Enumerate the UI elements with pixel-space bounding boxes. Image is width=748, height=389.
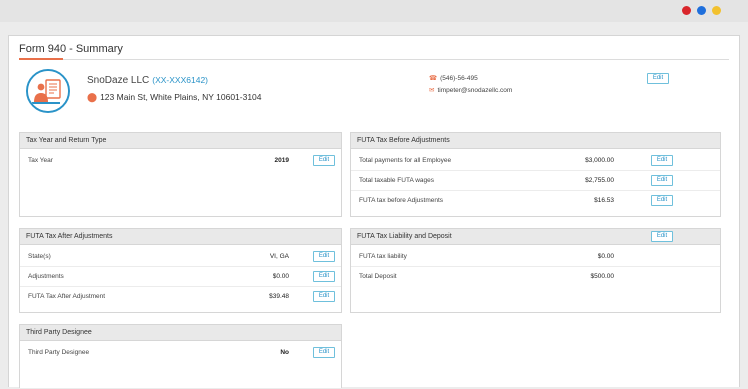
row-value: 2019 [274,157,289,164]
title-divider [19,59,729,60]
panel-header: FUTA Tax Liability and Deposit Edit [351,229,720,245]
title-accent-underline [19,58,63,60]
summary-card: Form 940 - Summary SnoDaze LLC (XX-XXX614… [8,35,740,388]
edit-futa-before-button[interactable]: Edit [651,195,673,206]
row-label: FUTA tax before Adjustments [359,197,444,204]
panel-header: Third Party Designee [20,325,341,341]
row-third-party-designee: Third Party Designee No Edit [20,343,341,363]
panel-header: Tax Year and Return Type [20,133,341,149]
row-value: $0.00 [597,253,614,260]
row-taxable-wages: Total taxable FUTA wages $2,755.00 Edit [351,171,720,191]
edit-total-payments-button[interactable]: Edit [651,155,673,166]
row-label: Total taxable FUTA wages [359,177,435,184]
row-value: $2,755.00 [585,177,614,184]
page-frame: Form 940 - Summary SnoDaze LLC (XX-XXX614… [0,22,748,389]
panel-third-party-designee: Third Party Designee Third Party Designe… [19,324,342,388]
edit-business-button[interactable]: Edit [647,73,669,84]
edit-liability-button[interactable]: Edit [651,231,673,242]
panel-futa-after: FUTA Tax After Adjustments State(s) VI, … [19,228,342,313]
edit-tax-year-button[interactable]: Edit [313,155,335,166]
row-value: $39.48 [269,293,289,300]
row-label: Tax Year [28,157,53,164]
row-value: $0.00 [272,273,289,280]
company-email: ✉ timpeter@snodazellc.com [429,86,512,94]
row-futa-after-adjustment: FUTA Tax After Adjustment $39.48 Edit [20,287,341,307]
location-pin-icon: ⬤ [87,92,98,102]
window-dot-yellow[interactable] [712,6,721,15]
panel-title: FUTA Tax Liability and Deposit [357,233,452,240]
panel-header: FUTA Tax After Adjustments [20,229,341,245]
row-label: Third Party Designee [28,349,90,356]
edit-designee-button[interactable]: Edit [313,347,335,358]
row-total-deposit: Total Deposit $500.00 [351,267,720,287]
company-phone: ☎ (546)-56-495 [429,74,478,82]
panel-tax-year: Tax Year and Return Type Tax Year 2019 E… [19,132,342,217]
company-name: SnoDaze LLC (XX-XXX6142) [87,75,208,86]
row-value: $500.00 [590,273,615,280]
row-states: State(s) VI, GA Edit [20,247,341,267]
company-address: ⬤ 123 Main St, White Plains, NY 10601-310… [87,92,262,103]
phone-icon: ☎ [429,75,438,82]
edit-adjustments-button[interactable]: Edit [313,271,335,282]
company-phone-text: (546)-56-495 [440,75,478,82]
row-label: FUTA Tax After Adjustment [28,293,106,300]
row-label: Total Deposit [359,273,397,280]
edit-futa-after-button[interactable]: Edit [313,291,335,302]
panel-liability-deposit: FUTA Tax Liability and Deposit Edit FUTA… [350,228,721,313]
row-futa-before-adjustments: FUTA tax before Adjustments $16.53 Edit [351,191,720,211]
business-avatar-icon [26,69,70,113]
company-name-text: SnoDaze LLC [87,75,150,86]
page-title: Form 940 - Summary [19,43,123,55]
row-value: $16.53 [594,197,614,204]
row-value: $3,000.00 [585,157,614,164]
company-ein: (XX-XXX6142) [152,75,209,85]
row-value: VI, GA [269,253,289,260]
row-tax-year: Tax Year 2019 Edit [20,151,341,171]
mail-icon: ✉ [429,87,435,94]
panel-header: FUTA Tax Before Adjustments [351,133,720,149]
window-dot-blue[interactable] [697,6,706,15]
window-dot-red[interactable] [682,6,691,15]
edit-states-button[interactable]: Edit [313,251,335,262]
row-value: No [280,349,289,356]
row-adjustments: Adjustments $0.00 Edit [20,267,341,287]
panel-title: Third Party Designee [26,329,92,336]
browser-top-bar [0,0,748,22]
panel-title: FUTA Tax After Adjustments [26,233,113,240]
panel-title: FUTA Tax Before Adjustments [357,137,450,144]
row-futa-tax-liability: FUTA tax liability $0.00 [351,247,720,267]
row-label: Adjustments [28,273,64,280]
company-email-text: timpeter@snodazellc.com [437,87,513,94]
company-address-text: 123 Main St, White Plains, NY 10601-3104 [100,92,262,102]
panel-futa-before: FUTA Tax Before Adjustments Total paymen… [350,132,721,217]
row-total-payments: Total payments for all Employee $3,000.0… [351,151,720,171]
edit-taxable-wages-button[interactable]: Edit [651,175,673,186]
row-label: Total payments for all Employee [359,157,452,164]
row-label: State(s) [28,253,51,260]
row-label: FUTA tax liability [359,253,407,260]
panel-title: Tax Year and Return Type [26,137,107,144]
